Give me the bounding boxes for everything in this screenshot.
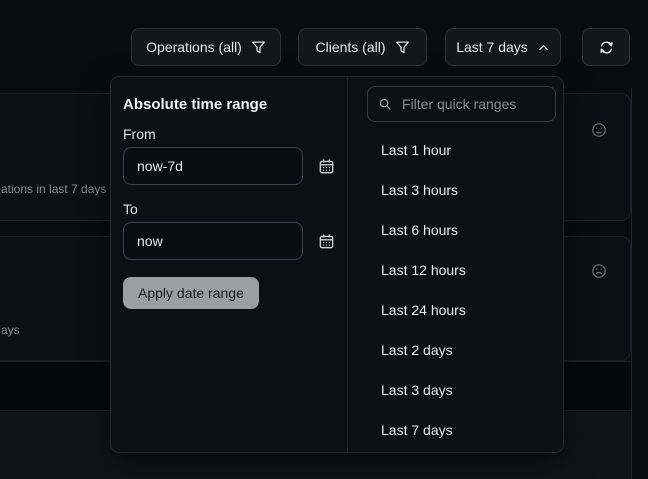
quick-range-item[interactable]: Last 24 hours — [348, 290, 556, 330]
from-label: From — [123, 126, 335, 142]
quick-range-item[interactable]: Last 2 days — [348, 330, 556, 370]
apply-date-range-button[interactable]: Apply date range — [123, 277, 259, 309]
quick-range-item[interactable]: Last 1 hour — [348, 130, 556, 170]
quick-range-search — [367, 86, 556, 122]
search-icon — [378, 97, 392, 111]
card-subtitle-fragment: ations in last 7 days — [1, 182, 106, 196]
operations-filter-label: Operations (all) — [146, 39, 242, 55]
chevron-up-icon — [537, 41, 550, 54]
smiley-face-icon — [591, 122, 607, 138]
absolute-time-range-title: Absolute time range — [123, 96, 335, 113]
clients-filter-label: Clients (all) — [315, 39, 385, 55]
to-calendar-button[interactable] — [318, 233, 335, 250]
refresh-icon — [598, 39, 615, 56]
from-calendar-button[interactable] — [318, 158, 335, 175]
calendar-icon — [318, 233, 335, 250]
quick-range-filter-input[interactable] — [400, 95, 545, 113]
quick-range-item[interactable]: Last 7 days — [348, 410, 556, 450]
quick-range-item[interactable]: Last 12 hours — [348, 250, 556, 290]
to-label: To — [123, 201, 335, 217]
time-range-picker-panel: Absolute time range From — [110, 76, 564, 453]
funnel-icon — [395, 40, 410, 55]
funnel-icon — [251, 40, 266, 55]
card-subtitle-fragment: ays — [1, 323, 20, 337]
to-input[interactable] — [123, 222, 303, 260]
absolute-time-range-section: Absolute time range From — [111, 77, 348, 452]
clients-filter-button[interactable]: Clients (all) — [298, 28, 427, 66]
operations-filter-button[interactable]: Operations (all) — [131, 28, 281, 66]
from-input-row — [123, 147, 335, 185]
background-vertical-border — [631, 88, 632, 479]
quick-ranges-list: Last 1 hour Last 3 hours Last 6 hours La… — [348, 130, 556, 450]
quick-range-item[interactable]: Last 3 days — [348, 370, 556, 410]
time-range-dropdown-button[interactable]: Last 7 days — [445, 28, 561, 66]
time-range-label: Last 7 days — [456, 39, 528, 55]
to-input-row — [123, 222, 335, 260]
quick-range-item[interactable]: Last 3 hours — [348, 170, 556, 210]
frown-face-icon — [591, 263, 607, 279]
quick-range-item[interactable]: Last 6 hours — [348, 210, 556, 250]
quick-ranges-section: Last 1 hour Last 3 hours Last 6 hours La… — [348, 77, 564, 452]
calendar-icon — [318, 158, 335, 175]
from-input[interactable] — [123, 147, 303, 185]
refresh-button[interactable] — [582, 28, 630, 66]
